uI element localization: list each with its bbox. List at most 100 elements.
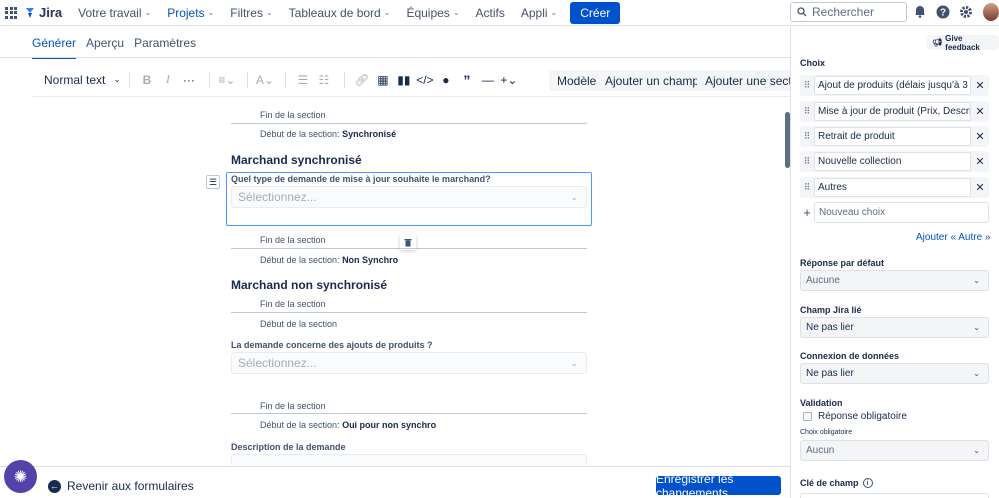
drag-handle-icon[interactable]: ⠿ (800, 156, 814, 167)
field-select-dropdown[interactable]: Sélectionnez... ⌄ (231, 352, 587, 374)
choice-input[interactable]: Autres (814, 178, 971, 197)
select-placeholder: Sélectionnez... (238, 356, 317, 370)
section-heading-non-sync[interactable]: Marchand non synchronisé (231, 278, 387, 292)
section-end-label: Fin de la section (260, 235, 326, 245)
field-select-dropdown[interactable]: Sélectionnez... ⌄ (231, 186, 587, 208)
choice-input[interactable]: Retrait de produit (814, 127, 971, 146)
choice-input[interactable]: Mise à jour de produit (Prix, Descriptio… (814, 102, 971, 121)
required-label: Réponse obligatoire (818, 411, 907, 422)
nav-appli[interactable]: Appli ⌄ (521, 6, 557, 20)
save-changes-button[interactable]: Enregistrer les changements (656, 472, 781, 498)
tab-generer[interactable]: Générer (32, 36, 77, 59)
choice-item: ⠿ Ajout de produits (délais jusqu'à 3 se… (800, 75, 989, 96)
form-tabs: Générer Aperçu Paramètres (32, 36, 196, 59)
divider-icon[interactable]: — (479, 71, 497, 89)
nav-label: Filtres (230, 5, 263, 20)
field-key-input[interactable] (800, 493, 989, 498)
text-color-icon[interactable]: A⌄ (256, 71, 274, 89)
app-switcher-icon[interactable] (5, 6, 17, 19)
svg-text:?: ? (939, 7, 945, 18)
remove-choice-icon[interactable]: ✕ (971, 155, 989, 168)
bullet-list-icon[interactable]: ☰ (294, 71, 312, 89)
jira-field-value: Ne pas lier (806, 322, 854, 333)
more-formatting-icon[interactable]: ··· (180, 71, 198, 89)
user-avatar[interactable] (983, 3, 999, 21)
section-heading-sync[interactable]: Marchand synchronisé (231, 153, 362, 167)
nav-filtres[interactable]: Filtres ⌄ (230, 6, 272, 20)
link-icon[interactable]: 🔗︎ (353, 71, 371, 89)
field-settings-icon[interactable]: ☰ (206, 175, 220, 189)
jira-field-title: Champ Jira lié (800, 305, 862, 315)
numbered-list-icon[interactable]: ☷ (315, 71, 333, 89)
section-end-label: Fin de la section (260, 110, 326, 120)
code-icon[interactable]: </> (416, 71, 434, 89)
remove-choice-icon[interactable]: ✕ (971, 130, 989, 143)
tab-parametres[interactable]: Paramètres (134, 36, 196, 59)
nav-actifs[interactable]: Actifs (476, 6, 505, 20)
choice-input[interactable]: Nouvelle collection (814, 152, 971, 171)
help-icon[interactable]: ? (935, 4, 950, 19)
align-icon[interactable]: ≡⌄ (218, 71, 236, 89)
data-connection-title: Connexion de données (800, 351, 900, 361)
nav-projets[interactable]: Projets ⌄ (167, 6, 214, 20)
choice-item: ⠿ Mise à jour de produit (Prix, Descript… (800, 101, 989, 122)
choice-input[interactable]: Ajout de produits (délais jusqu'à 3 sema (814, 76, 971, 95)
italic-icon[interactable]: I (159, 71, 177, 89)
required-choice-select[interactable]: Aucun ⌄ (800, 440, 989, 461)
give-feedback-button[interactable]: 📢︎ Give feedback (927, 34, 999, 52)
info-icon[interactable]: i (862, 478, 873, 488)
nav-label: Projets (167, 5, 205, 20)
text-style-dropdown[interactable]: Normal text ⌄ (44, 73, 121, 87)
section-start-label: Début de la section: Non Synchro (260, 255, 398, 265)
data-connection-select[interactable]: Ne pas lier ⌄ (800, 363, 989, 384)
chevron-down-icon: ⌄ (113, 74, 121, 84)
chevron-down-icon: ⌄ (973, 323, 980, 332)
chevron-down-icon: ⌄ (973, 446, 980, 455)
insert-plus-icon[interactable]: +⌄ (500, 71, 518, 89)
settings-gear-icon[interactable] (958, 4, 973, 19)
section-condition: Synchronisé (342, 129, 397, 139)
megaphone-icon: 📢︎ (932, 38, 943, 47)
drag-handle-icon[interactable]: ⠿ (800, 80, 814, 91)
toolbar-divider (284, 71, 286, 88)
nav-tableaux-de-bord[interactable]: Tableaux de bord ⌄ (289, 6, 391, 20)
default-answer-select[interactable]: Aucune ⌄ (800, 270, 989, 291)
nav-equipes[interactable]: Équipes ⌄ (406, 6, 459, 20)
default-answer-title: Réponse par défaut (800, 258, 885, 268)
jira-logo[interactable]: Jira (25, 5, 62, 20)
assistant-fab-icon[interactable]: ✺ (4, 460, 37, 493)
section-separator (231, 248, 587, 249)
drag-handle-icon[interactable]: ⠿ (800, 182, 814, 193)
quote-icon[interactable]: ” (458, 71, 476, 89)
search-input[interactable]: Rechercher (790, 2, 907, 22)
info-panel-icon[interactable]: ● (437, 71, 455, 89)
add-other-link[interactable]: Ajouter « Autre » (916, 232, 991, 243)
notifications-icon[interactable] (912, 4, 927, 19)
field-key-row: Clé de champ i (800, 478, 873, 488)
nav-votre-travail[interactable]: Votre travail ⌄ (78, 6, 151, 20)
tab-apercu[interactable]: Aperçu (86, 36, 124, 59)
bold-icon[interactable]: B (138, 71, 156, 89)
jira-field-select[interactable]: Ne pas lier ⌄ (800, 317, 989, 338)
section-start-label: Début de la section (260, 319, 338, 329)
required-checkbox-row[interactable]: Réponse obligatoire (803, 411, 907, 422)
layout-columns-icon[interactable]: ▮▮ (395, 71, 413, 89)
select-placeholder: Sélectionnez... (238, 190, 317, 204)
jira-logo-text: Jira (39, 5, 63, 20)
nav-label: Votre travail (78, 5, 142, 20)
drag-handle-icon[interactable]: ⠿ (800, 131, 814, 142)
new-choice-input[interactable]: Nouveau choix (814, 202, 989, 223)
create-button[interactable]: Créer (570, 1, 621, 24)
validation-title: Validation (800, 398, 843, 408)
choice-item: ⠿ Retrait de produit ✕ (800, 126, 989, 147)
remove-choice-icon[interactable]: ✕ (971, 105, 989, 118)
required-checkbox[interactable] (803, 412, 812, 421)
form-editor: Fin de la section Début de la section: S… (0, 97, 790, 465)
drag-handle-icon[interactable]: ⠿ (800, 106, 814, 117)
description-textarea[interactable] (231, 454, 587, 465)
nav-label: Appli (520, 5, 548, 20)
table-icon[interactable]: ▦ (374, 71, 392, 89)
remove-choice-icon[interactable]: ✕ (971, 181, 989, 194)
remove-choice-icon[interactable]: ✕ (971, 79, 989, 92)
back-to-forms-link[interactable]: ← Revenir aux formulaires (48, 479, 194, 493)
